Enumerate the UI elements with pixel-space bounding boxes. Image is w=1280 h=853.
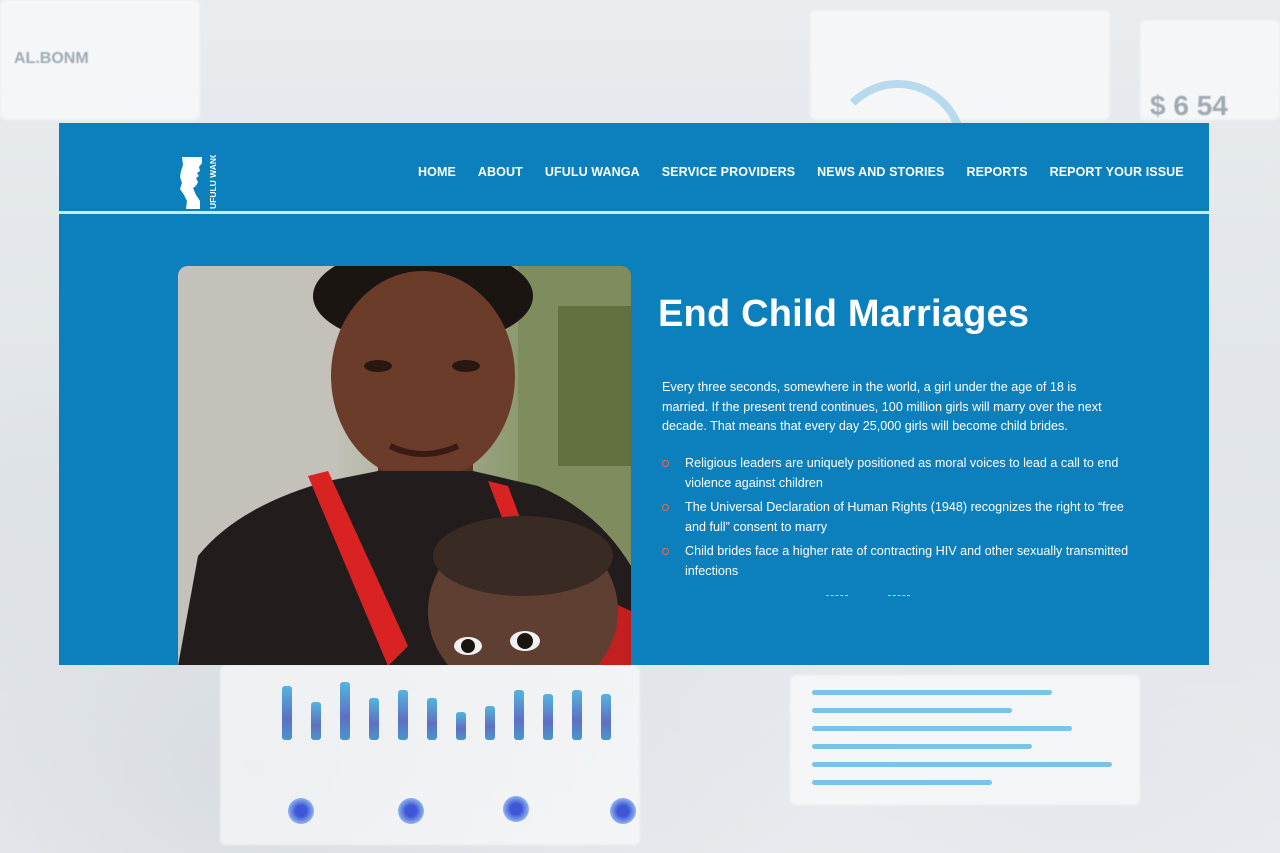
- mother-and-child-illustration: [178, 266, 631, 665]
- circle-bullet-icon: [662, 504, 669, 511]
- main-menu: HOME ABOUT UFULU WANGA SERVICE PROVIDERS…: [418, 165, 1206, 179]
- website-frame: UFULU WANGA HOME ABOUT UFULU WANGA SERVI…: [59, 123, 1209, 665]
- circle-bullet-icon: [662, 548, 669, 555]
- nav-reports[interactable]: REPORTS: [966, 165, 1027, 179]
- fact-text: Religious leaders are uniquely positione…: [685, 456, 1119, 490]
- nav-news-and-stories[interactable]: NEWS AND STORIES: [817, 165, 944, 179]
- fact-text: Child brides face a higher rate of contr…: [685, 544, 1129, 578]
- hero-photo: [178, 266, 631, 665]
- nav-home[interactable]: HOME: [418, 165, 456, 179]
- list-item: The Universal Declaration of Human Right…: [662, 498, 1132, 537]
- slider-indicator[interactable]: [888, 595, 910, 597]
- slider-indicator[interactable]: [826, 595, 848, 597]
- circle-bullet-icon: [662, 460, 669, 467]
- facts-list: Religious leaders are uniquely positione…: [662, 454, 1132, 586]
- nav-divider: [59, 211, 1209, 214]
- logo-wordmark: UFULU WANGA: [208, 155, 218, 209]
- page-title: End Child Marriages: [658, 293, 1030, 335]
- nav-service-providers[interactable]: SERVICE PROVIDERS: [662, 165, 795, 179]
- nav-about[interactable]: ABOUT: [478, 165, 523, 179]
- nav-ufulu-wanga[interactable]: UFULU WANGA: [545, 165, 640, 179]
- ufulu-wanga-logo[interactable]: UFULU WANGA: [178, 145, 224, 211]
- top-navigation-bar: UFULU WANGA HOME ABOUT UFULU WANGA SERVI…: [59, 123, 1209, 211]
- profile-silhouette-icon: UFULU WANGA: [180, 145, 218, 209]
- intro-paragraph: Every three seconds, somewhere in the wo…: [662, 380, 1102, 433]
- list-item: Religious leaders are uniquely positione…: [662, 454, 1132, 493]
- nav-report-your-issue[interactable]: REPORT YOUR ISSUE: [1050, 165, 1184, 179]
- list-item: Child brides face a higher rate of contr…: [662, 542, 1132, 581]
- fact-text: The Universal Declaration of Human Right…: [685, 500, 1124, 534]
